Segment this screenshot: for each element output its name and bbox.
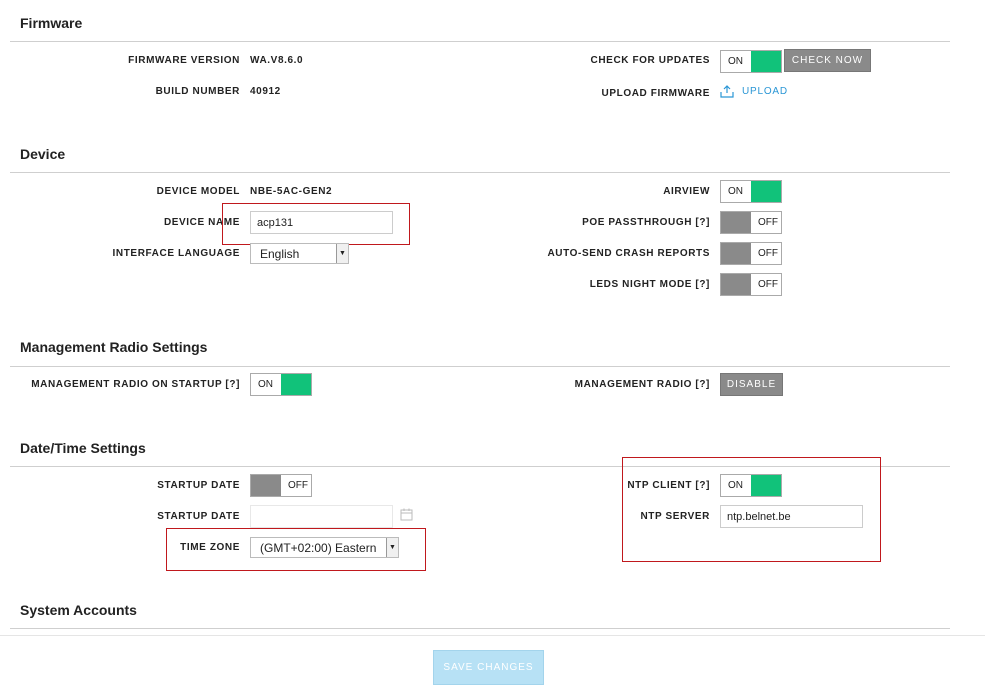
toggle-state: OFF [751,212,781,233]
crash-reports-label: AUTO-SEND CRASH REPORTS [547,248,710,259]
airview-label: AIRVIEW [663,186,710,197]
disable-button[interactable]: DISABLE [720,373,783,396]
divider [10,172,950,173]
check-now-button[interactable]: CHECK NOW [784,49,871,72]
highlight-box [166,528,426,571]
crash-reports-toggle[interactable]: OFF [720,242,782,265]
divider [10,41,950,42]
leds-night-mode-label: LEDS NIGHT MODE [?] [589,279,710,290]
toggle-state: ON [721,51,751,72]
section-management-title: Management Radio Settings [20,339,208,355]
divider [10,628,950,629]
section-datetime-title: Date/Time Settings [20,440,146,456]
section-firmware-title: Firmware [20,15,83,31]
mgmt-radio-startup-toggle[interactable]: ON [250,373,312,396]
interface-language-select[interactable]: English ▼ [250,243,349,264]
startup-date-toggle-label: STARTUP DATE [157,480,240,491]
startup-date-label: STARTUP DATE [157,511,240,522]
interface-language-label: INTERFACE LANGUAGE [112,248,240,259]
upload-label: UPLOAD [742,86,788,97]
toggle-state: ON [251,374,281,395]
upload-firmware-label: UPLOAD FIRMWARE [601,88,710,99]
language-value: English [260,246,300,261]
check-updates-toggle[interactable]: ON [720,50,782,73]
mgmt-radio-label: MANAGEMENT RADIO [?] [574,379,710,390]
poe-passthrough-label: POE PASSTHROUGH [?] [582,217,710,228]
startup-date-input[interactable] [250,505,393,528]
mgmt-radio-startup-label: MANAGEMENT RADIO ON STARTUP [?] [31,379,240,390]
poe-passthrough-toggle[interactable]: OFF [720,211,782,234]
toggle-state: OFF [751,243,781,264]
upload-icon [720,85,734,98]
build-number-value: 40912 [250,86,281,97]
toggle-state: OFF [281,475,311,496]
device-model-label: DEVICE MODEL [156,186,240,197]
highlight-box [622,457,881,562]
airview-toggle[interactable]: ON [720,180,782,203]
firmware-version-value: WA.V8.6.0 [250,55,304,66]
section-device-title: Device [20,146,66,162]
upload-link[interactable]: UPLOAD [720,85,788,98]
device-model-value: NBE-5AC-GEN2 [250,186,333,197]
save-changes-button[interactable]: SAVE CHANGES [433,650,544,685]
check-updates-label: CHECK FOR UPDATES [590,55,710,66]
toggle-state: ON [721,181,751,202]
leds-night-mode-toggle[interactable]: OFF [720,273,782,296]
chevron-down-icon: ▼ [336,244,348,263]
calendar-icon[interactable] [400,508,413,521]
section-accounts-title: System Accounts [20,602,137,618]
build-number-label: BUILD NUMBER [155,86,240,97]
toggle-state: OFF [751,274,781,295]
firmware-version-label: FIRMWARE VERSION [128,55,240,66]
highlight-box [222,203,410,245]
divider [10,366,950,367]
startup-date-toggle[interactable]: OFF [250,474,312,497]
